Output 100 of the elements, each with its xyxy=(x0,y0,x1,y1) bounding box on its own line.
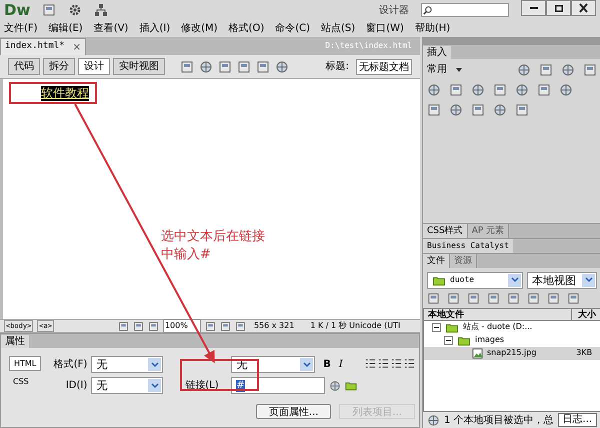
window-size: 556 x 321 xyxy=(254,320,294,332)
folder-icon[interactable] xyxy=(432,274,446,286)
file-path: D:\test\index.html xyxy=(325,40,412,52)
view-tab[interactable]: 实时视图 xyxy=(113,58,165,75)
format-dropdown[interactable]: 无 xyxy=(91,356,164,373)
insert-object-icon[interactable] xyxy=(561,62,576,76)
menu-item[interactable]: 文件(F) xyxy=(4,21,38,36)
menu-item[interactable]: 修改(M) xyxy=(181,21,218,36)
close-button[interactable] xyxy=(571,0,596,16)
insert-object-icon[interactable] xyxy=(559,83,573,97)
site-icon[interactable] xyxy=(94,3,108,17)
menu-item[interactable]: 帮助(H) xyxy=(414,21,450,36)
italic-button[interactable]: I xyxy=(338,357,343,372)
menu-item[interactable]: 查看(V) xyxy=(94,21,128,36)
document-tab[interactable]: index.html* × xyxy=(0,38,86,55)
menu-item[interactable]: 站点(S) xyxy=(321,21,356,36)
zoom-field[interactable]: 100% xyxy=(162,319,201,333)
properties-tab[interactable]: 属性 xyxy=(1,335,29,348)
insert-object-icon[interactable] xyxy=(537,83,551,97)
expander-icon[interactable] xyxy=(432,322,441,332)
insert-object-icon[interactable] xyxy=(515,83,529,97)
insert-object-icon[interactable] xyxy=(517,62,532,76)
view-tab[interactable]: 代码 xyxy=(8,58,40,75)
menu-item[interactable]: 编辑(E) xyxy=(48,21,83,36)
link-field[interactable]: # xyxy=(231,377,326,394)
close-icon xyxy=(579,3,588,13)
id-dropdown[interactable]: 无 xyxy=(91,377,164,394)
insert-object-icon[interactable] xyxy=(471,83,485,97)
outdent-icon[interactable] xyxy=(391,358,402,369)
properties-button[interactable]: 页面属性... xyxy=(256,404,332,419)
title-label: 标题: xyxy=(326,60,349,74)
site-dropdown[interactable]: duote xyxy=(427,272,523,288)
menu-item[interactable]: 窗口(W) xyxy=(366,21,404,36)
bulleted-list-icon[interactable] xyxy=(365,358,376,369)
insert-object-icon[interactable] xyxy=(427,103,441,117)
image-file-icon[interactable] xyxy=(472,348,483,358)
globe-icon[interactable] xyxy=(329,380,342,392)
toolbar-icon[interactable] xyxy=(218,60,232,74)
panel-tab[interactable]: 资源 xyxy=(450,254,477,268)
workspace-switcher[interactable]: 设计器 xyxy=(379,2,409,18)
category-dropdown[interactable]: 常用 xyxy=(427,62,469,77)
app-logo: Dw xyxy=(4,2,30,18)
download-info: 1 K / 1 秒 Unicode (UTI xyxy=(310,320,400,332)
file-row[interactable]: snap215.jpg 3KB xyxy=(424,346,600,360)
indent-icon[interactable] xyxy=(404,358,416,369)
layout-icon[interactable] xyxy=(42,3,56,17)
insert-object-icon[interactable] xyxy=(493,83,507,97)
log-button[interactable]: 日志... xyxy=(558,413,598,427)
id-label: ID(I) xyxy=(64,379,88,393)
title-field[interactable]: 无标题文档 xyxy=(356,58,412,74)
menu-item[interactable]: 插入(I) xyxy=(139,21,170,36)
caret-icon xyxy=(455,66,463,74)
search-icon[interactable] xyxy=(422,4,433,16)
file-row[interactable]: images xyxy=(424,334,600,346)
maximize-icon xyxy=(554,4,562,12)
panel-tab[interactable]: Business Catalyst xyxy=(423,238,513,252)
file-name: snap215.jpg xyxy=(487,347,538,359)
view-tab[interactable]: 拆分 xyxy=(43,58,75,75)
maximize-button[interactable] xyxy=(546,0,571,16)
search-field[interactable] xyxy=(421,3,509,17)
insert-object-icon[interactable] xyxy=(427,83,441,97)
file-row[interactable]: 站点 - duote (D:... xyxy=(424,320,600,334)
insert-tab[interactable]: 插入 xyxy=(423,46,451,59)
expander-icon[interactable] xyxy=(444,336,453,344)
bold-button[interactable]: B xyxy=(323,357,331,372)
close-tab-button[interactable]: × xyxy=(72,40,81,54)
globe-icon[interactable] xyxy=(427,414,440,426)
minimize-button[interactable] xyxy=(521,0,546,16)
view-tab[interactable]: 设计 xyxy=(78,58,110,75)
menu-item[interactable]: 命令(C) xyxy=(275,21,310,36)
insert-object-icon[interactable] xyxy=(471,103,485,117)
format-label: 格式(F) xyxy=(52,358,88,372)
insert-object-icon[interactable] xyxy=(493,103,507,117)
panel-tab[interactable]: AP 元素 xyxy=(468,224,510,238)
panel-tab[interactable]: 文件 xyxy=(423,254,450,268)
mode-button[interactable]: HTML xyxy=(9,356,42,371)
column-header[interactable]: 大小 xyxy=(572,308,600,320)
insert-object-icon[interactable] xyxy=(515,103,529,117)
file-name: images xyxy=(475,334,506,346)
numbered-list-icon[interactable] xyxy=(378,358,390,369)
menu-item[interactable]: 格式(O) xyxy=(228,21,264,36)
insert-object-icon[interactable] xyxy=(449,103,463,117)
insert-object-icon[interactable] xyxy=(449,83,463,97)
panel-tab[interactable]: CSS样式 xyxy=(423,224,468,238)
mode-button[interactable]: CSS xyxy=(9,374,42,389)
file-name: 站点 - duote (D:... xyxy=(463,321,534,333)
view-dropdown[interactable]: 本地视图 xyxy=(527,272,597,288)
toolbar-icon[interactable] xyxy=(275,60,289,74)
toolbar-icon[interactable] xyxy=(237,60,251,74)
annotation-text: 选中文本后在链接中输入# xyxy=(161,228,266,264)
insert-object-icon[interactable] xyxy=(583,62,598,76)
column-header[interactable]: 本地文件 xyxy=(424,308,572,320)
folder-icon[interactable] xyxy=(345,380,358,391)
toolbar-icon[interactable] xyxy=(256,60,270,74)
minimize-icon xyxy=(530,7,538,9)
insert-object-icon[interactable] xyxy=(539,62,554,76)
selected-text[interactable]: 软件教程 xyxy=(41,86,89,100)
gear-icon[interactable] xyxy=(68,3,82,17)
toolbar-icon[interactable] xyxy=(180,60,194,74)
toolbar-icon[interactable] xyxy=(199,60,213,74)
